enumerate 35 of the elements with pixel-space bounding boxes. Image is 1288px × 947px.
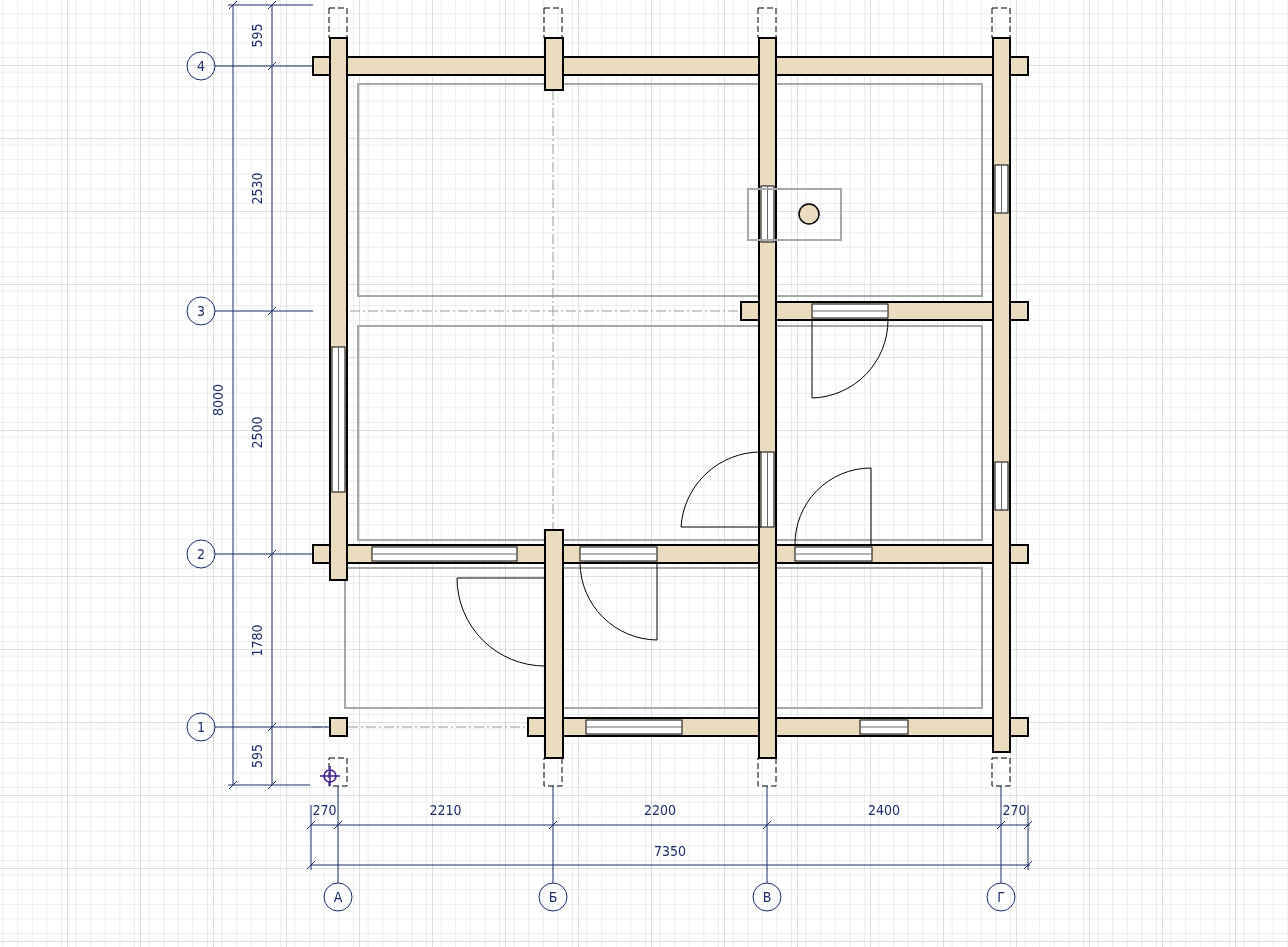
axis-bubble	[752, 882, 782, 912]
axis-bubble	[538, 882, 568, 912]
window-opening	[859, 719, 909, 735]
axis-label: А	[333, 889, 343, 905]
origin-marker-icon	[319, 765, 341, 787]
dimension-text: 2500	[249, 416, 265, 449]
dimension-text: 2400	[868, 802, 900, 818]
axis-bubble	[986, 882, 1016, 912]
dimension-text: 270	[312, 802, 337, 818]
chimney-circle	[798, 203, 820, 225]
dimension-text: 270	[1002, 802, 1027, 818]
axis-label: В	[762, 889, 772, 905]
dimension-text: 1780	[249, 624, 265, 657]
axis-bubble	[186, 51, 216, 81]
window-opening	[994, 461, 1009, 511]
axis-label: Б	[548, 889, 558, 905]
window-opening	[994, 164, 1009, 214]
axis-label: Г	[997, 889, 1005, 905]
wall	[329, 717, 348, 737]
dimension-text: 2200	[644, 802, 676, 818]
dimension-text: 2530	[249, 172, 265, 205]
axis-label: 3	[197, 303, 205, 319]
axis-bubble	[186, 712, 216, 742]
dimension-text: 2210	[429, 802, 462, 818]
dimension-text: 8000	[210, 384, 226, 416]
dimension-text: 595	[249, 23, 265, 48]
axis-bubble	[186, 539, 216, 569]
dimension-text: 7350	[654, 843, 686, 859]
axis-bubble	[186, 296, 216, 326]
window-opening	[760, 185, 775, 243]
axis-label: 4	[197, 58, 205, 74]
axis-label: 2	[197, 546, 205, 562]
dimension-text: 595	[249, 744, 265, 768]
axis-bubble	[323, 882, 353, 912]
axis-label: 1	[197, 719, 205, 735]
